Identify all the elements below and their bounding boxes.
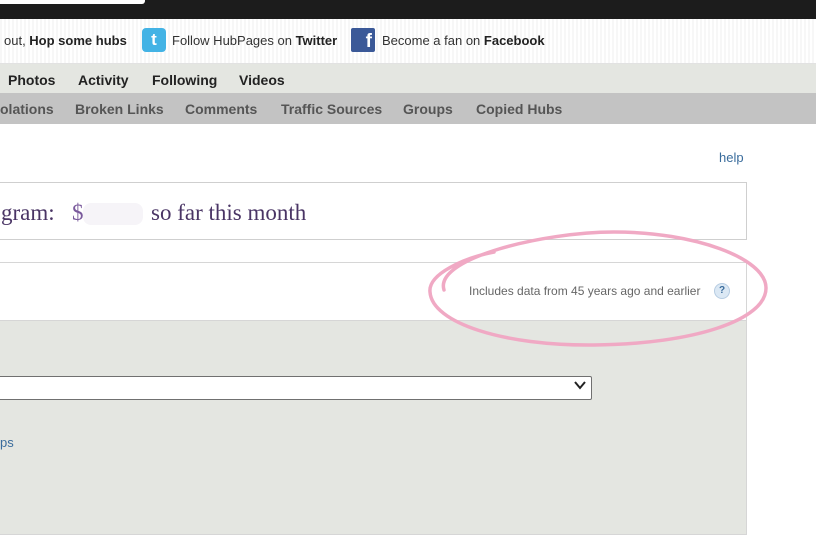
nav-following[interactable]: Following [152,72,217,88]
social-strip: out, Hop some hubs t Follow HubPages on … [0,19,816,64]
follow-twitter-link[interactable]: Follow HubPages on Twitter [172,33,337,48]
nav-activity[interactable]: Activity [78,72,129,88]
facebook-fan-link[interactable]: Become a fan on Facebook [382,33,545,48]
nav-broken-links[interactable]: Broken Links [75,101,164,117]
hub-select-dropdown[interactable] [0,376,592,400]
top-black-bar [0,0,816,19]
filter-panel [0,320,747,535]
top-bar-tab[interactable] [0,0,145,4]
facebook-prefix-text: Become a fan on [382,33,484,48]
program-label: gram: [1,200,55,225]
nav-traffic-sources[interactable]: Traffic Sources [281,101,382,117]
nav-violations[interactable]: olations [0,101,54,117]
facebook-icon[interactable]: f [351,28,375,52]
month-label: so far this month [151,200,307,225]
chevron-down-icon [574,379,586,394]
twitter-prefix-text: Follow HubPages on [172,33,296,48]
twitter-icon[interactable]: t [142,28,166,52]
twitter-label: Twitter [295,33,338,48]
nav-comments[interactable]: Comments [185,101,257,117]
highlight-ellipse-annotation [428,230,768,347]
primary-nav: Photos Activity Following Videos [0,64,816,93]
nav-copied-hubs[interactable]: Copied Hubs [476,101,562,117]
currency-symbol: $ [72,200,84,225]
secondary-nav: olations Broken Links Comments Traffic S… [0,93,816,124]
nav-videos[interactable]: Videos [239,72,285,88]
facebook-label: Facebook [483,33,545,48]
hop-hubs-label: Hop some hubs [29,33,127,48]
hop-hubs-link[interactable]: out, Hop some hubs [4,33,127,48]
partial-link[interactable]: ps [0,435,14,450]
hop-prefix-text: out, [4,33,30,48]
nav-photos[interactable]: Photos [8,72,55,88]
redacted-amount [83,203,143,225]
nav-groups[interactable]: Groups [403,101,453,117]
help-link[interactable]: help [719,150,744,165]
